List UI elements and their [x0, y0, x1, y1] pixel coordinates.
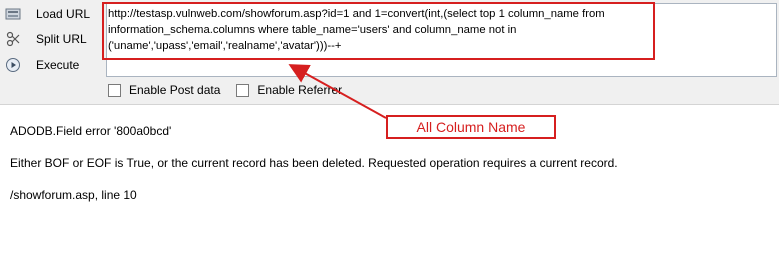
checkbox-box[interactable]: [236, 83, 250, 97]
checkbox-box[interactable]: [108, 83, 121, 97]
url-highlight-frame: [102, 2, 655, 60]
execute-label: Execute: [36, 58, 80, 72]
load-url-icon: [4, 5, 22, 23]
enable-post-checkbox[interactable]: Enable Post data: [108, 83, 220, 97]
execute-button[interactable]: Execute: [4, 54, 98, 76]
enable-referrer-checkbox[interactable]: Enable Referrer: [236, 83, 342, 97]
enable-post-label: Enable Post data: [129, 83, 221, 97]
split-url-label: Split URL: [36, 32, 87, 46]
play-icon: [4, 56, 22, 74]
split-url-button[interactable]: Split URL: [4, 28, 98, 50]
enable-referrer-label: Enable Referrer: [257, 83, 343, 97]
response-line-2: Either BOF or EOF is True, or the curren…: [10, 156, 618, 170]
annotation-text: All Column Name: [416, 119, 526, 135]
options-row: Enable Post data Enable Referrer: [108, 81, 358, 99]
load-url-label: Load URL: [36, 7, 91, 21]
side-buttons: Load URL Split URL Execute: [0, 0, 100, 80]
annotation-label: All Column Name: [386, 115, 556, 139]
response-line-3: /showforum.asp, line 10: [10, 188, 137, 202]
hackbar-toolbar: Load URL Split URL Execute http://testas…: [0, 0, 779, 105]
scissors-icon: [4, 30, 22, 48]
load-url-button[interactable]: Load URL: [4, 3, 98, 25]
response-line-1: ADODB.Field error '800a0bcd': [10, 124, 172, 138]
